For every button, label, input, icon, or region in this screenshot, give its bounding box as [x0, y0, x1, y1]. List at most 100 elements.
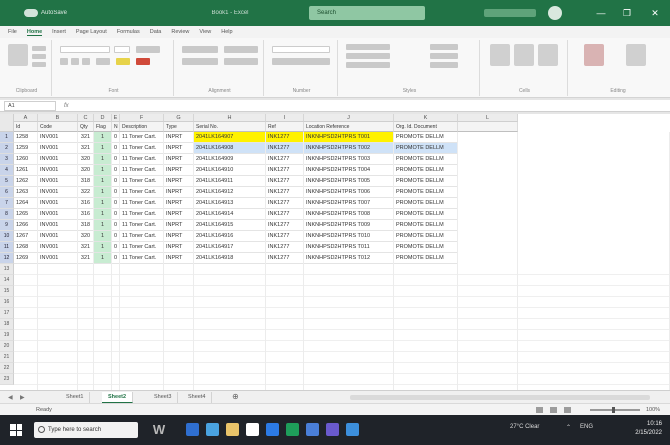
task-view-icon[interactable]: [186, 423, 199, 436]
row-header[interactable]: 15: [0, 286, 14, 297]
table-cell[interactable]: 2041LK164911: [194, 176, 266, 187]
table-cell[interactable]: INKNHPSD2HTPRS T005: [304, 176, 394, 187]
row-header[interactable]: 1: [0, 132, 14, 143]
table-cell[interactable]: 11 Toner Cart.: [120, 176, 164, 187]
table-cell[interactable]: INK1277: [266, 187, 304, 198]
tab-help[interactable]: Help: [221, 29, 232, 35]
table-cell[interactable]: INPRT: [164, 143, 194, 154]
avatar[interactable]: [548, 6, 562, 20]
table-cell[interactable]: INPRT: [164, 209, 194, 220]
column-header-l[interactable]: L: [458, 114, 518, 122]
table-cell[interactable]: 1267: [14, 231, 38, 242]
table-cell[interactable]: 1265: [14, 209, 38, 220]
underline-icon[interactable]: [82, 58, 90, 65]
store-icon[interactable]: [246, 423, 259, 436]
delete-cells-icon[interactable]: [430, 53, 458, 59]
horizontal-scrollbar[interactable]: [350, 395, 650, 400]
table-cell[interactable]: 1260: [14, 154, 38, 165]
format-as-table-icon[interactable]: [346, 53, 390, 59]
font-size-select[interactable]: [114, 46, 130, 53]
table-cell[interactable]: 1: [94, 253, 112, 264]
next-sheet-icon[interactable]: ▶: [20, 394, 25, 401]
row-header[interactable]: 8: [0, 209, 14, 220]
table-cell[interactable]: 321: [78, 132, 94, 143]
table-cell[interactable]: INV001: [38, 187, 78, 198]
row-header[interactable]: 4: [0, 165, 14, 176]
row-header[interactable]: 7: [0, 198, 14, 209]
table-cell[interactable]: INKNHPSD2HTPRS T002: [304, 143, 394, 154]
tab-home[interactable]: Home: [26, 29, 43, 36]
table-cell[interactable]: INK1277: [266, 132, 304, 143]
wrap-text-icon[interactable]: [224, 46, 258, 53]
table-cell[interactable]: 316: [78, 209, 94, 220]
table-cell[interactable]: 11 Toner Cart.: [120, 143, 164, 154]
row-header[interactable]: 11: [0, 242, 14, 253]
table-cell[interactable]: 1: [94, 187, 112, 198]
table-cell[interactable]: 322: [78, 187, 94, 198]
font-name-select[interactable]: [60, 46, 110, 53]
table-cell[interactable]: INKNHPSD2HTPRS T011: [304, 242, 394, 253]
sheet-tab-4[interactable]: Sheet4: [182, 392, 213, 403]
table-cell[interactable]: PROMOTE DELLM: [394, 231, 458, 242]
table-cell[interactable]: 1: [94, 231, 112, 242]
autosave-toggle[interactable]: AutoSave: [24, 8, 82, 18]
table-cell[interactable]: INK1277: [266, 198, 304, 209]
field-header-cell[interactable]: Flag: [94, 122, 112, 132]
table-cell[interactable]: 318: [78, 220, 94, 231]
add-sheet-icon[interactable]: ⊕: [232, 392, 239, 401]
table-cell[interactable]: INPRT: [164, 165, 194, 176]
format-cells-icon[interactable]: [430, 62, 458, 68]
format-painter-icon[interactable]: [32, 62, 46, 67]
row-header[interactable]: 2: [0, 143, 14, 154]
table-cell[interactable]: INK1277: [266, 154, 304, 165]
table-cell[interactable]: INK1277: [266, 165, 304, 176]
tray-arrow-icon[interactable]: ⌃: [566, 424, 571, 431]
table-cell[interactable]: 2041LK164909: [194, 154, 266, 165]
italic-icon[interactable]: [71, 58, 79, 65]
column-header-c[interactable]: C: [78, 114, 94, 122]
fx-icon[interactable]: fx: [64, 103, 69, 109]
language-indicator[interactable]: ENG: [580, 424, 593, 430]
table-cell[interactable]: INPRT: [164, 176, 194, 187]
table-cell[interactable]: 2041LK164908: [194, 143, 266, 154]
field-header-cell[interactable]: Location Reference: [304, 122, 394, 132]
row-header[interactable]: 18: [0, 319, 14, 330]
table-cell[interactable]: INV001: [38, 165, 78, 176]
table-cell[interactable]: INKNHPSD2HTPRS T003: [304, 154, 394, 165]
table-cell[interactable]: INK1277: [266, 143, 304, 154]
table-cell[interactable]: 1261: [14, 165, 38, 176]
table-cell[interactable]: 1268: [14, 242, 38, 253]
row-header[interactable]: 5: [0, 176, 14, 187]
sheet-tab-1[interactable]: Sheet1: [60, 392, 91, 403]
row-header[interactable]: 16: [0, 297, 14, 308]
table-cell[interactable]: INKNHPSD2HTPRS T012: [304, 253, 394, 264]
table-cell[interactable]: 2041LK164916: [194, 231, 266, 242]
table-cell[interactable]: 11 Toner Cart.: [120, 209, 164, 220]
table-cell[interactable]: 2041LK164914: [194, 209, 266, 220]
zoom-slider-handle[interactable]: [612, 407, 615, 413]
page-layout-view-icon[interactable]: [550, 407, 557, 413]
table-cell[interactable]: 1269: [14, 253, 38, 264]
field-header-cell[interactable]: Description: [120, 122, 164, 132]
row-header[interactable]: 19: [0, 330, 14, 341]
tab-view[interactable]: View: [199, 29, 211, 35]
row-header[interactable]: 23: [0, 374, 14, 385]
select-all-corner[interactable]: [0, 114, 14, 132]
table-cell[interactable]: 1: [94, 209, 112, 220]
table-cell[interactable]: 11 Toner Cart.: [120, 220, 164, 231]
table-cell[interactable]: INV001: [38, 220, 78, 231]
table-cell[interactable]: 320: [78, 165, 94, 176]
paste-icon[interactable]: [8, 44, 28, 66]
weather-widget[interactable]: 27°C Clear: [510, 424, 539, 430]
page-break-view-icon[interactable]: [564, 407, 571, 413]
table-cell[interactable]: 321: [78, 253, 94, 264]
tab-review[interactable]: Review: [171, 29, 189, 35]
column-header-j[interactable]: J: [304, 114, 394, 122]
table-cell[interactable]: 321: [78, 143, 94, 154]
number-format-select[interactable]: [272, 46, 330, 53]
zoom-slider[interactable]: [590, 409, 640, 411]
maximize-button[interactable]: ❐: [614, 0, 640, 26]
teams-taskbar-icon[interactable]: [326, 423, 339, 436]
tab-page-layout[interactable]: Page Layout: [76, 29, 107, 35]
copy-icon[interactable]: [32, 54, 46, 59]
